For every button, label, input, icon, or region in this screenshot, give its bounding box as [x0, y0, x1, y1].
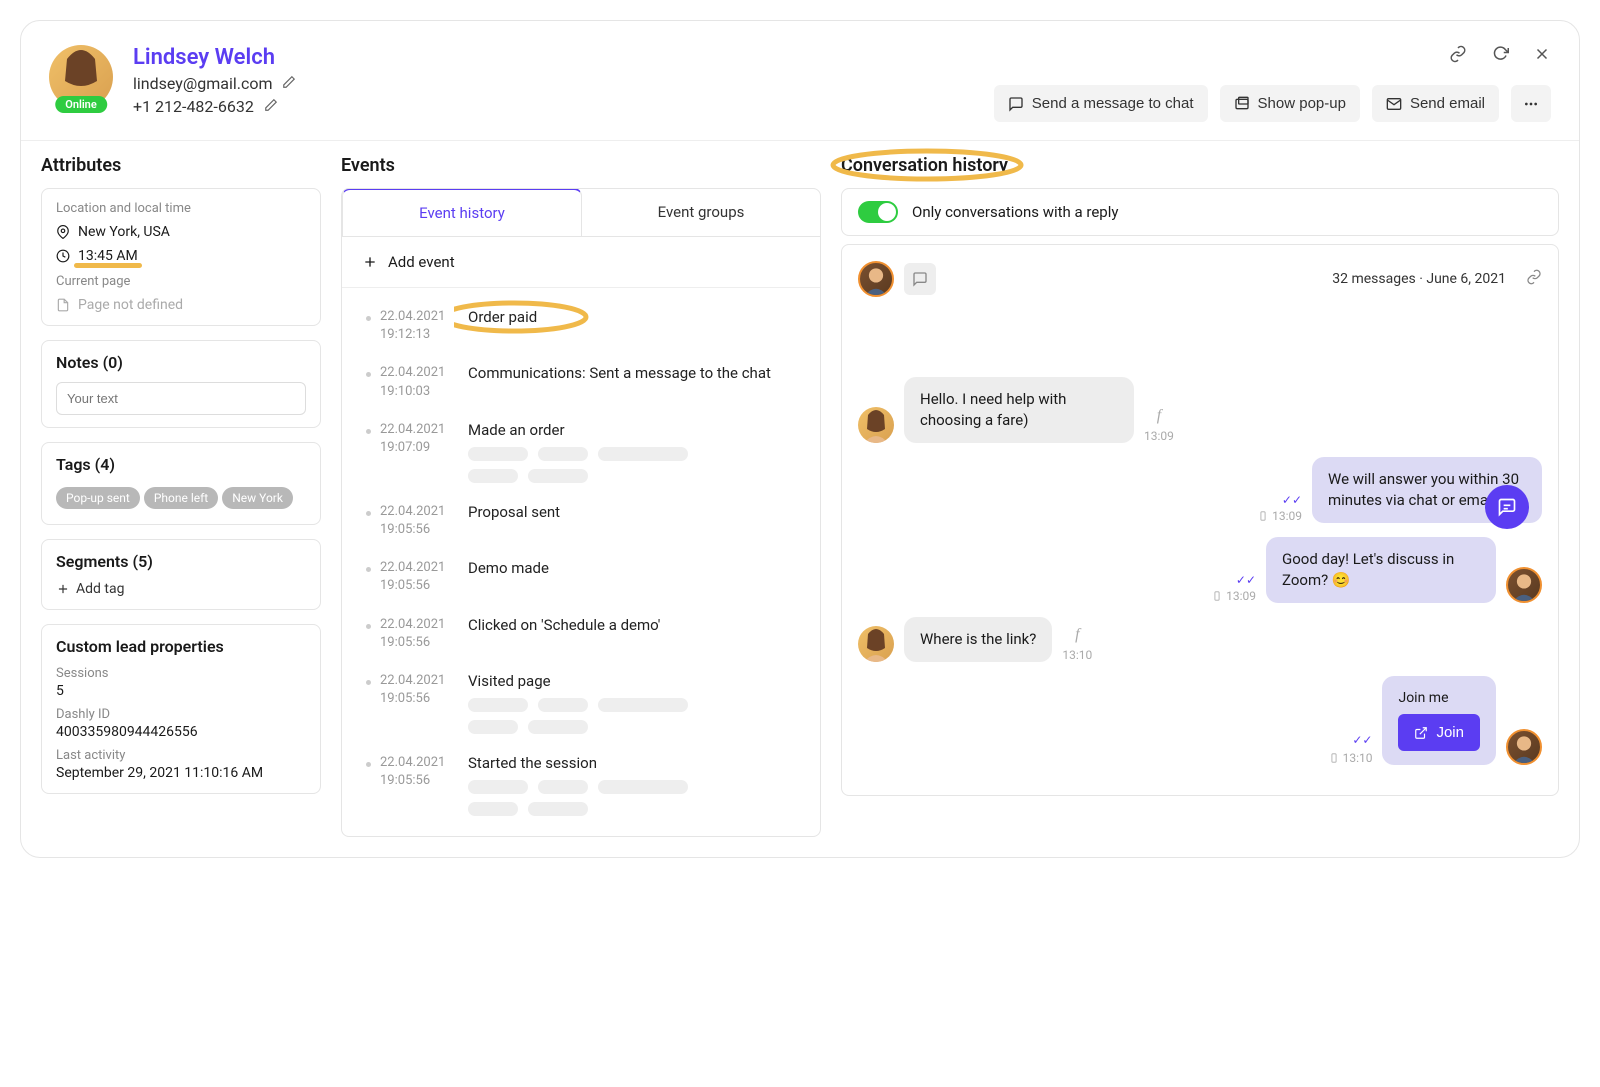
- message-row: Where is the link?f13:10: [858, 617, 1542, 662]
- profile-avatar: Online: [49, 45, 113, 109]
- sessions-value: 5: [56, 683, 306, 699]
- chat-icon[interactable]: [904, 263, 936, 295]
- message-bubble: Hello. I need help with choosing a fare): [904, 377, 1134, 443]
- events-heading: Events: [341, 155, 821, 176]
- location-label: Location and local time: [56, 201, 306, 216]
- link-icon[interactable]: [1526, 269, 1542, 289]
- last-activity-value: September 29, 2021 11:10:16 AM: [56, 765, 306, 781]
- refresh-icon[interactable]: [1491, 45, 1509, 67]
- segments-heading: Segments (5): [56, 552, 306, 571]
- event-item[interactable]: 22.04.202119:05:56Clicked on 'Schedule a…: [342, 606, 820, 662]
- current-page-value: Page not defined: [78, 297, 183, 313]
- profile-email: lindsey@gmail.com: [133, 74, 272, 93]
- clock-icon: [56, 249, 70, 263]
- event-item[interactable]: 22.04.202119:05:56Proposal sent: [342, 493, 820, 549]
- profile-name[interactable]: Lindsey Welch: [133, 45, 296, 70]
- current-page-label: Current page: [56, 274, 306, 289]
- message-row: Hello. I need help with choosing a fare)…: [858, 377, 1542, 443]
- event-item[interactable]: 22.04.202119:05:56Visited page: [342, 662, 820, 744]
- tab-event-history[interactable]: Event history: [342, 188, 582, 236]
- tags-heading: Tags (4): [56, 455, 306, 474]
- event-item[interactable]: 22.04.202119:12:13Order paid: [342, 298, 820, 354]
- local-time: 13:45 AM: [78, 248, 138, 264]
- user-avatar: [858, 407, 894, 443]
- send-chat-button[interactable]: Send a message to chat: [994, 85, 1208, 122]
- agent-avatar: [1506, 567, 1542, 603]
- reply-filter-toggle[interactable]: [858, 201, 898, 223]
- tab-event-groups[interactable]: Event groups: [582, 189, 820, 236]
- sessions-label: Sessions: [56, 666, 306, 681]
- profile-phone: +1 212-482-6632: [133, 97, 254, 116]
- event-item[interactable]: 22.04.202119:05:56Demo made: [342, 549, 820, 605]
- dashly-id-label: Dashly ID: [56, 707, 306, 722]
- mobile-icon: [1329, 753, 1339, 763]
- user-avatar: [858, 626, 894, 662]
- show-popup-button[interactable]: Show pop-up: [1220, 85, 1360, 122]
- event-item[interactable]: 22.04.202119:07:09Made an order: [342, 411, 820, 493]
- close-icon[interactable]: [1533, 45, 1551, 67]
- agent-avatar: [858, 261, 894, 297]
- link-icon[interactable]: [1449, 45, 1467, 67]
- add-tag-button[interactable]: Add tag: [56, 581, 306, 597]
- conversation-heading: Conversation history: [841, 155, 1008, 176]
- conversation-meta: 32 messages · June 6, 2021: [1332, 271, 1506, 287]
- tag-pill[interactable]: Pop-up sent: [56, 487, 140, 509]
- add-event-button[interactable]: Add event: [342, 237, 820, 288]
- pencil-icon[interactable]: [264, 97, 278, 116]
- dashly-id-value: 400335980944426556: [56, 724, 306, 740]
- tag-pill[interactable]: New York: [222, 487, 293, 509]
- event-item[interactable]: 22.04.202119:10:03Communications: Sent a…: [342, 354, 820, 410]
- message-bubble: Where is the link?: [904, 617, 1052, 662]
- agent-avatar: [1506, 729, 1542, 765]
- send-email-button[interactable]: Send email: [1372, 85, 1499, 122]
- more-button[interactable]: [1511, 85, 1551, 122]
- join-button[interactable]: Join: [1398, 714, 1480, 751]
- join-bubble: Join me Join: [1382, 676, 1496, 765]
- last-activity-label: Last activity: [56, 748, 306, 763]
- page-icon: [56, 298, 70, 312]
- location-value: New York, USA: [78, 224, 170, 240]
- status-badge: Online: [55, 96, 107, 113]
- pencil-icon[interactable]: [282, 74, 296, 93]
- message-bubble: Good day! Let's discuss in Zoom? 😊: [1266, 537, 1496, 603]
- chat-fab[interactable]: [1485, 485, 1529, 529]
- attributes-heading: Attributes: [41, 155, 321, 176]
- event-item[interactable]: 22.04.202119:05:56Started the session: [342, 744, 820, 826]
- pin-icon: [56, 225, 70, 239]
- reply-filter-label: Only conversations with a reply: [912, 203, 1118, 221]
- tag-pill[interactable]: Phone left: [144, 487, 218, 509]
- message-row: ✓✓13:09Good day! Let's discuss in Zoom? …: [858, 537, 1542, 603]
- message-row: ✓✓13:09We will answer you within 30 minu…: [858, 457, 1542, 523]
- custom-props-heading: Custom lead properties: [56, 637, 306, 656]
- notes-heading: Notes (0): [56, 353, 306, 372]
- notes-input[interactable]: [56, 382, 306, 415]
